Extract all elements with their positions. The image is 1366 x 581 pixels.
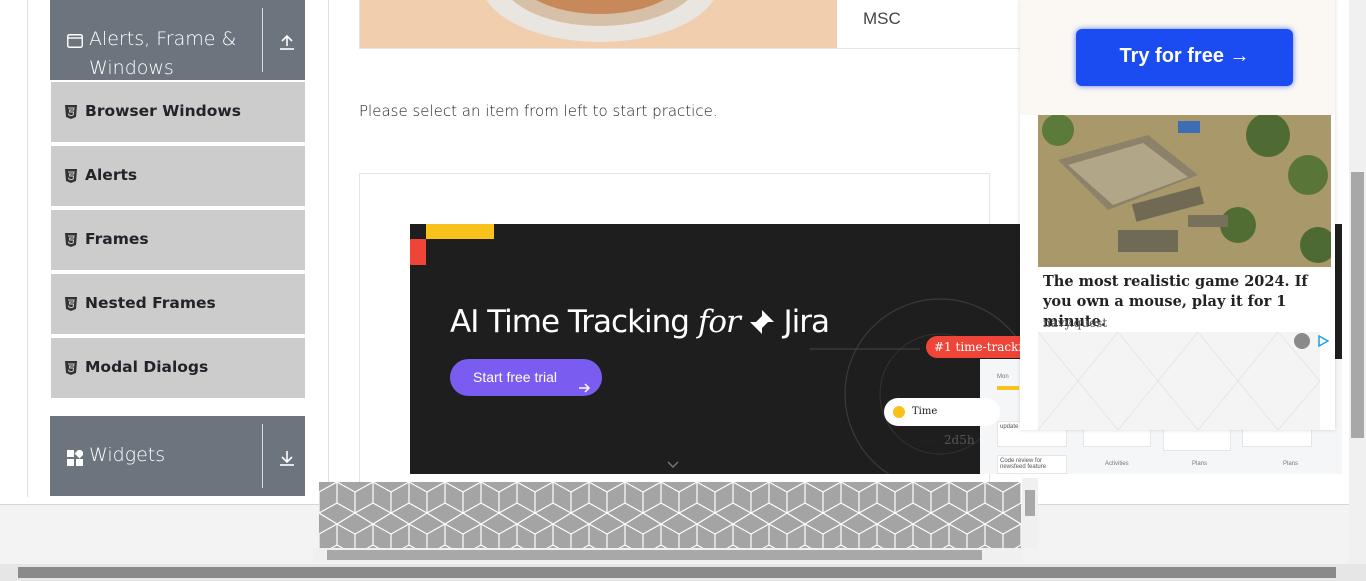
arrow-up-icon[interactable] (277, 32, 297, 52)
column-label: Plans (1192, 461, 1208, 467)
sidebar-left-border (27, 0, 28, 497)
page: Alerts, Frame & Windows Browser Windows … (0, 0, 1366, 581)
sidebar-item-label: Modal Dialogs (85, 358, 209, 376)
html5-icon (65, 233, 77, 247)
header-divider (262, 8, 263, 72)
accent-bar-red (410, 239, 426, 265)
scroll-thumb[interactable] (327, 550, 982, 560)
ad-source: navy.quest (1043, 316, 1108, 330)
html5-icon (65, 169, 77, 183)
jira-logo-icon (749, 307, 775, 334)
arrow-right-icon (578, 371, 591, 393)
group-title: Alerts, Frame & Windows (89, 28, 237, 79)
task-card: Code review for newsfeed feature (997, 455, 1067, 474)
day-label: Mon (997, 374, 1009, 380)
window-icon (67, 34, 83, 48)
game-ad[interactable]: Try for free → The most realistic game 2… (1020, 0, 1335, 431)
coffee-image (360, 0, 837, 48)
grid-icon (67, 448, 85, 466)
card-caption: MSC (863, 9, 901, 28)
column-label: Plans (1283, 461, 1299, 467)
scroll-thumb[interactable] (1025, 490, 1035, 516)
game-screenshot[interactable] (1038, 115, 1331, 267)
html5-icon (65, 361, 77, 375)
progress-bar (997, 386, 1019, 390)
scroll-thumb[interactable] (1351, 172, 1364, 438)
inner-vertical-scrollbar[interactable] (1022, 478, 1038, 548)
sidebar-item-alerts[interactable]: Alerts (50, 145, 305, 207)
group-title: Widgets (89, 444, 166, 466)
sidebar-item-label: Frames (85, 230, 149, 248)
html5-icon (65, 297, 77, 311)
adchoices-icon[interactable] (1294, 333, 1310, 349)
group-header-widgets[interactable]: Widgets (50, 416, 305, 496)
sidebar-item-label: Nested Frames (85, 294, 216, 312)
sidebar-item-frames[interactable]: Frames (50, 209, 305, 271)
inner-horizontal-scrollbar[interactable] (313, 548, 1022, 562)
try-for-free-button[interactable]: Try for free → (1076, 29, 1293, 86)
ad-pattern-background (1037, 331, 1321, 431)
page-vertical-scrollbar[interactable] (1349, 0, 1366, 564)
hex-pattern-ad[interactable] (319, 482, 1021, 548)
sidebar-item-label: Browser Windows (85, 102, 241, 120)
ad-info-icon[interactable] (1317, 334, 1330, 348)
header-divider (262, 424, 263, 488)
sidebar-item-label: Alerts (85, 166, 138, 184)
group-header-alerts-frame-windows[interactable]: Alerts, Frame & Windows (50, 0, 305, 80)
column-label: Activities (1105, 461, 1129, 467)
clock-icon (893, 406, 905, 418)
ad-headline: AI Time Tracking for Jira (450, 304, 830, 340)
sidebar-item-nested-frames[interactable]: Nested Frames (50, 273, 305, 335)
scroll-thumb[interactable] (18, 567, 1336, 578)
accent-bar-yellow (426, 224, 494, 239)
chevron-down-icon (667, 461, 679, 468)
arrow-down-icon[interactable] (277, 448, 297, 468)
html5-icon (65, 105, 77, 119)
sidebar-right-border (328, 0, 329, 504)
time-spent-pill: Time spent 2d5h (884, 398, 1000, 447)
practice-hint: Please select an item from left to start… (359, 102, 718, 120)
page-horizontal-scrollbar[interactable] (0, 564, 1366, 581)
start-trial-button[interactable]: Start free trial (450, 359, 602, 396)
sidebar-item-browser-windows[interactable]: Browser Windows (50, 81, 305, 143)
sidebar-item-modal-dialogs[interactable]: Modal Dialogs (50, 337, 305, 399)
